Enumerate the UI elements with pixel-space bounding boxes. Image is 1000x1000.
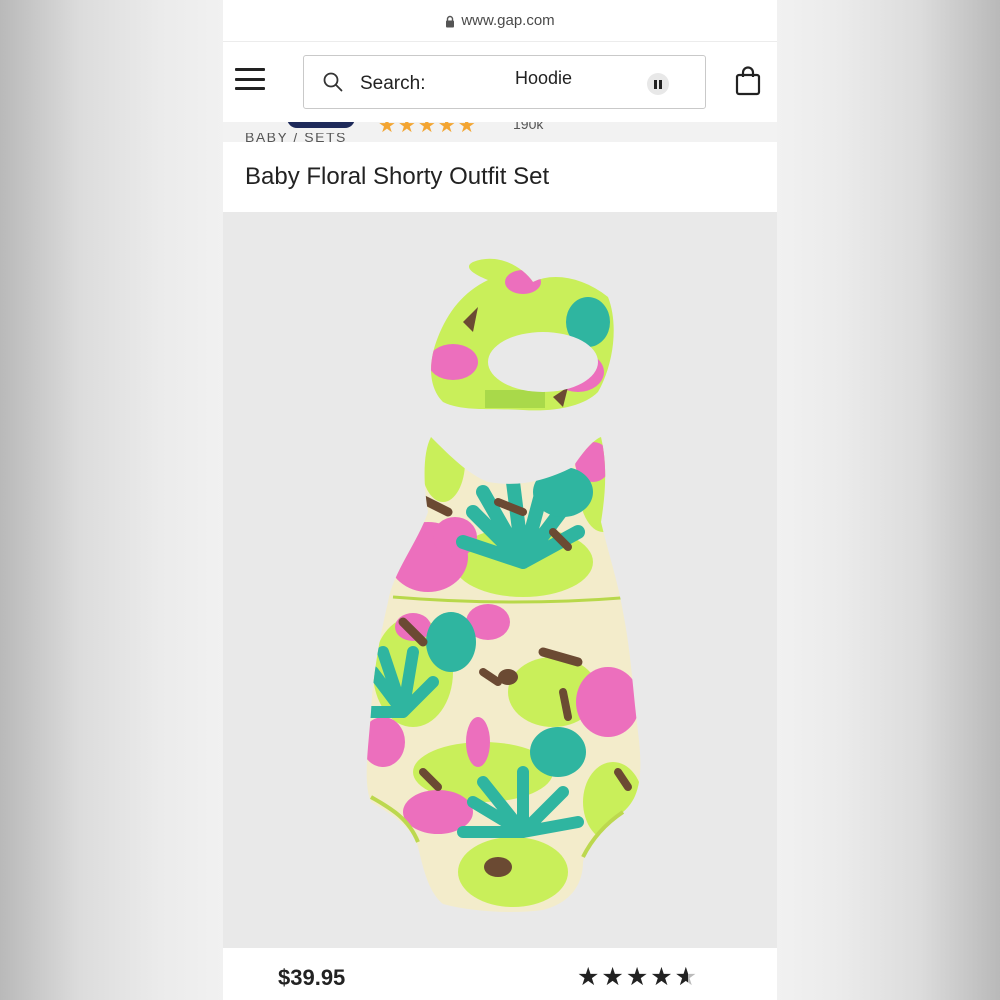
site-header: Search: Hoodie: [223, 42, 777, 122]
browser-url-bar[interactable]: www.gap.com: [223, 0, 777, 42]
search-value: Hoodie: [515, 68, 573, 88]
romper: [366, 437, 641, 912]
phone-screen: www.gap.com Search: Hoodie ★★★★★ 190k BA…: [223, 0, 777, 1000]
headband: [431, 258, 614, 411]
breadcrumb[interactable]: BABY / SETS: [245, 133, 347, 143]
search-icon: [323, 72, 343, 92]
url-text: www.gap.com: [461, 12, 555, 29]
rating-full-stars: ★★★★: [577, 963, 675, 991]
lock-icon: [446, 15, 455, 28]
peek-review-count: 190k: [513, 122, 544, 132]
product-rating[interactable]: ★★★★★: [577, 962, 699, 992]
product-photo: [366, 258, 641, 912]
breadcrumb-text: BABY / SETS: [245, 133, 347, 143]
hamburger-menu-icon[interactable]: [235, 68, 265, 92]
peek-stars: ★★★★★: [378, 122, 478, 137]
price-rating-bar: $39.95 ★★★★★: [223, 948, 777, 1000]
product-image[interactable]: [223, 212, 777, 948]
promo-pill: [287, 122, 355, 128]
rating-half-star: ★: [675, 962, 699, 992]
search-input[interactable]: Search: Hoodie: [303, 55, 706, 109]
pause-icon[interactable]: [647, 73, 669, 95]
product-price: $39.95: [278, 965, 346, 990]
product-title: Baby Floral Shorty Outfit Set: [245, 163, 550, 190]
shopping-bag-icon[interactable]: [735, 66, 761, 96]
search-label: Search:: [360, 73, 426, 94]
